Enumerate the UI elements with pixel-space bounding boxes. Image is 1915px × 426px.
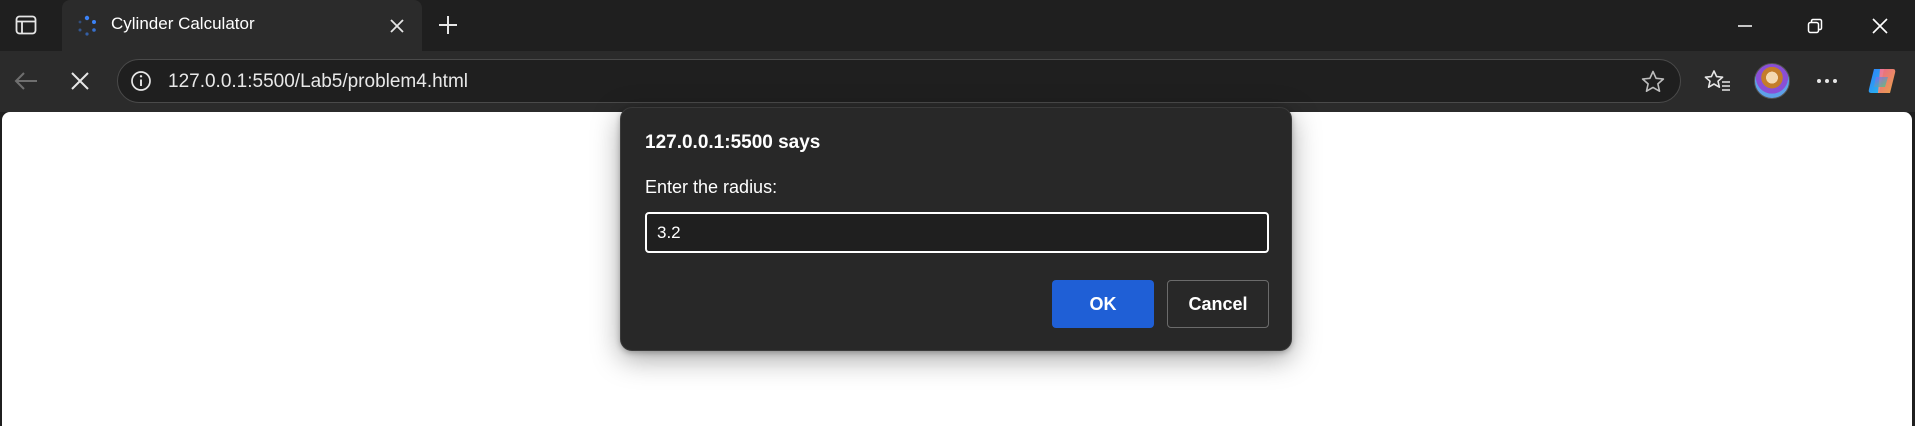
close-window-button[interactable] (1845, 0, 1915, 51)
restore-button[interactable] (1780, 0, 1850, 51)
more-icon[interactable] (1807, 61, 1847, 101)
browser-tab[interactable]: Cylinder Calculator (62, 0, 422, 51)
avatar[interactable] (1754, 63, 1790, 99)
dialog-title: 127.0.0.1:5500 says (645, 132, 821, 153)
loading-spinner-icon (74, 13, 100, 39)
minimize-button[interactable] (1710, 0, 1780, 51)
tab-title: Cylinder Calculator (111, 14, 255, 33)
radius-input[interactable] (645, 212, 1269, 253)
browser-toolbar: 127.0.0.1:5500/Lab5/problem4.html (0, 51, 1915, 112)
cancel-button[interactable]: Cancel (1167, 280, 1269, 328)
stop-icon[interactable] (60, 61, 100, 101)
url-text[interactable]: 127.0.0.1:5500/Lab5/problem4.html (168, 71, 468, 93)
address-bar[interactable]: 127.0.0.1:5500/Lab5/problem4.html (117, 59, 1681, 103)
tab-actions-icon[interactable] (8, 10, 44, 40)
star-icon[interactable] (1640, 69, 1666, 95)
back-arrow-icon[interactable] (6, 61, 46, 101)
ok-button[interactable]: OK (1052, 280, 1154, 328)
favorites-icon[interactable] (1698, 61, 1738, 101)
info-icon[interactable] (130, 70, 152, 92)
copilot-icon[interactable] (1862, 61, 1902, 101)
close-tab-icon[interactable] (384, 13, 410, 39)
title-bar: Cylinder Calculator (0, 0, 1915, 51)
prompt-dialog: 127.0.0.1:5500 says Enter the radius: OK… (620, 107, 1292, 351)
dialog-message: Enter the radius: (645, 177, 778, 197)
new-tab-button[interactable] (432, 10, 464, 40)
